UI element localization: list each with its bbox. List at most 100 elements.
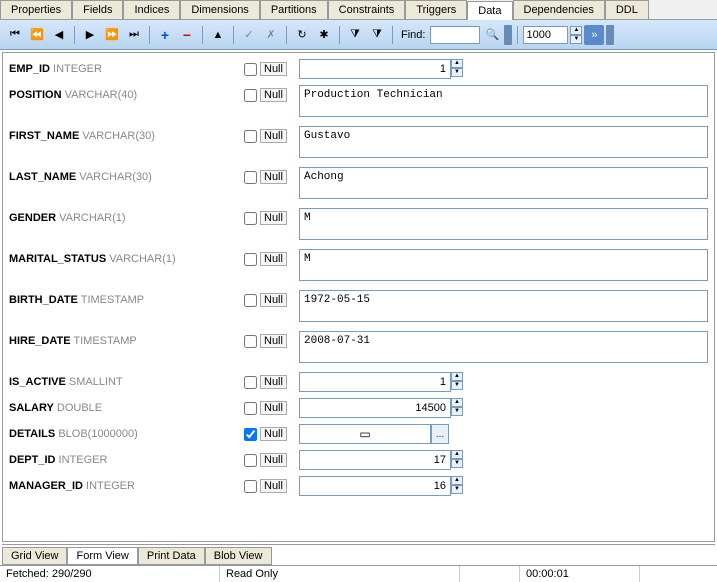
field-label: MARITAL_STATUS VARCHAR(1) [9,249,244,265]
fetch-all-button[interactable]: » [584,25,604,45]
status-blank [460,566,520,582]
value-input[interactable] [299,372,451,392]
filter-dropdown-button[interactable]: ⧩ [345,25,365,45]
edit-button[interactable]: ▲ [208,25,228,45]
value-input[interactable] [299,59,451,79]
value-column: ▲▼ [299,476,708,496]
field-row-hire_date: HIRE_DATE TIMESTAMPNull [9,331,708,366]
null-checkbox[interactable] [244,63,257,76]
find-dropdown[interactable] [504,25,512,45]
null-checkbox[interactable] [244,253,257,266]
status-mode: Read Only [220,566,460,582]
fetch-dropdown[interactable] [606,25,614,45]
field-row-last_name: LAST_NAME VARCHAR(30)Null [9,167,708,202]
value-column: ▲▼ [299,450,708,470]
field-label: DETAILS BLOB(1000000) [9,424,244,440]
null-label: Null [260,129,287,143]
delete-record-button[interactable]: − [177,25,197,45]
field-row-salary: SALARY DOUBLENull▲▼ [9,398,708,418]
wildcard-button[interactable]: ✱ [314,25,334,45]
field-row-marital_status: MARITAL_STATUS VARCHAR(1)Null [9,249,708,284]
prev-record-button[interactable]: ◀ [49,25,69,45]
tab-dimensions[interactable]: Dimensions [180,0,259,19]
null-checkbox[interactable] [244,454,257,467]
add-record-button[interactable]: + [155,25,175,45]
value-input[interactable] [299,476,451,496]
tab-fields[interactable]: Fields [72,0,123,19]
form-content: EMP_ID INTEGERNull▲▼POSITION VARCHAR(40)… [2,52,715,542]
limit-input[interactable] [523,26,568,44]
field-row-position: POSITION VARCHAR(40)Null [9,85,708,120]
null-label: Null [260,479,287,493]
null-column: Null [244,331,299,348]
field-row-gender: GENDER VARCHAR(1)Null [9,208,708,243]
field-row-first_name: FIRST_NAME VARCHAR(30)Null [9,126,708,161]
value-input[interactable] [299,126,708,158]
null-column: Null [244,167,299,184]
tab-ddl[interactable]: DDL [605,0,649,19]
null-checkbox[interactable] [244,376,257,389]
null-checkbox[interactable] [244,428,257,441]
value-column: ▲▼ [299,398,708,418]
tab-properties[interactable]: Properties [0,0,72,19]
null-checkbox[interactable] [244,89,257,102]
field-label: DEPT_ID INTEGER [9,450,244,466]
null-label: Null [260,334,287,348]
null-column: Null [244,59,299,76]
separator [517,26,518,44]
blob-browse-button[interactable]: … [431,424,449,444]
filter-button[interactable]: ⧩ [367,25,387,45]
null-checkbox[interactable] [244,130,257,143]
find-exec-button[interactable]: 🔍 [482,25,502,45]
value-spinner[interactable]: ▲▼ [451,59,463,79]
next-page-button[interactable]: ⏩ [102,25,122,45]
value-input[interactable] [299,85,708,117]
tab-data[interactable]: Data [467,1,512,20]
separator [202,26,203,44]
separator [339,26,340,44]
tab-partitions[interactable]: Partitions [260,0,328,19]
value-spinner[interactable]: ▲▼ [451,398,463,418]
commit-button[interactable]: ✓ [239,25,259,45]
value-column [299,249,708,284]
null-checkbox[interactable] [244,402,257,415]
separator [286,26,287,44]
last-record-button[interactable]: ⏭ [124,25,144,45]
value-spinner[interactable]: ▲▼ [451,450,463,470]
null-checkbox[interactable] [244,335,257,348]
toolbar: ⏮ ⏪ ◀ ▶ ⏩ ⏭ + − ▲ ✓ ✗ ↻ ✱ ⧩ ⧩ Find: 🔍 ▲▼… [0,20,717,50]
value-input[interactable] [299,398,451,418]
tab-triggers[interactable]: Triggers [405,0,467,19]
first-record-button[interactable]: ⏮ [5,25,25,45]
null-checkbox[interactable] [244,212,257,225]
null-checkbox[interactable] [244,171,257,184]
field-row-emp_id: EMP_ID INTEGERNull▲▼ [9,59,708,79]
value-input[interactable] [299,331,708,363]
find-input[interactable] [430,26,480,44]
refresh-button[interactable]: ↻ [292,25,312,45]
value-input[interactable] [299,249,708,281]
value-input[interactable] [299,450,451,470]
next-record-button[interactable]: ▶ [80,25,100,45]
bottom-tab-blob-view[interactable]: Blob View [205,547,272,565]
field-label: POSITION VARCHAR(40) [9,85,244,101]
value-input[interactable] [299,208,708,240]
rollback-button[interactable]: ✗ [261,25,281,45]
tab-indices[interactable]: Indices [123,0,180,19]
limit-spinner[interactable]: ▲▼ [570,26,582,44]
value-spinner[interactable]: ▲▼ [451,372,463,392]
null-checkbox[interactable] [244,294,257,307]
value-spinner[interactable]: ▲▼ [451,476,463,496]
null-checkbox[interactable] [244,480,257,493]
prev-page-button[interactable]: ⏪ [27,25,47,45]
value-column [299,208,708,243]
tab-dependencies[interactable]: Dependencies [513,0,605,19]
bottom-tab-print-data[interactable]: Print Data [138,547,205,565]
value-input[interactable] [299,290,708,322]
bottom-tab-form-view[interactable]: Form View [67,547,137,565]
field-label: LAST_NAME VARCHAR(30) [9,167,244,183]
tab-constraints[interactable]: Constraints [328,0,406,19]
field-label: SALARY DOUBLE [9,398,244,414]
value-input[interactable] [299,167,708,199]
bottom-tab-grid-view[interactable]: Grid View [2,547,67,565]
